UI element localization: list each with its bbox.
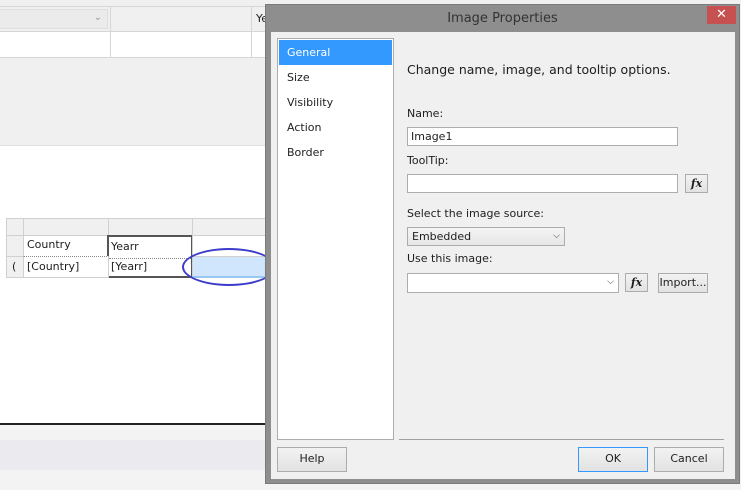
table-cell-country[interactable]: [Country] xyxy=(23,256,109,278)
nav-list: General Size Visibility Action Border xyxy=(277,38,394,440)
highlight-ellipse-annotation xyxy=(182,248,276,286)
nav-item-size[interactable]: Size xyxy=(279,65,392,90)
cancel-button[interactable]: Cancel xyxy=(654,447,724,472)
page-heading: Change name, image, and tooltip options. xyxy=(407,62,671,77)
row-handle[interactable]: ( xyxy=(6,256,24,278)
image-properties-dialog: Image Properties ✕ General Size Visibili… xyxy=(265,4,740,484)
table-cell-yearr[interactable]: [Yearr] xyxy=(109,258,191,274)
image-source-select[interactable]: Embedded ⌵ xyxy=(407,227,565,246)
dialog-client: General Size Visibility Action Border Ch… xyxy=(271,32,735,479)
nav-item-border[interactable]: Border xyxy=(279,140,392,165)
chevron-down-icon: ⌵ xyxy=(607,277,614,287)
column-handle[interactable] xyxy=(108,218,193,236)
source-value: Embedded xyxy=(412,230,472,243)
close-icon[interactable]: ✕ xyxy=(707,6,736,24)
dialog-title: Image Properties xyxy=(447,11,558,26)
help-button[interactable]: Help xyxy=(277,447,347,472)
column-handle[interactable] xyxy=(23,218,109,236)
grid-divider xyxy=(251,6,252,58)
row-handle[interactable] xyxy=(6,235,24,257)
table-cell-country-header[interactable]: Country xyxy=(23,235,109,257)
tooltip-input[interactable] xyxy=(407,174,678,193)
grid-dropdown[interactable]: ⌄ xyxy=(0,9,108,29)
tooltip-label: ToolTip: xyxy=(407,154,449,167)
nav-item-visibility[interactable]: Visibility xyxy=(279,90,392,115)
table-corner-handle[interactable] xyxy=(6,218,24,236)
use-image-select[interactable]: ⌵ xyxy=(407,273,619,293)
separator xyxy=(399,439,724,440)
name-label: Name: xyxy=(407,107,444,120)
grid-divider xyxy=(110,6,111,58)
source-label: Select the image source: xyxy=(407,207,544,220)
name-input[interactable]: Image1 xyxy=(407,127,678,146)
use-image-label: Use this image: xyxy=(407,252,493,265)
nav-item-action[interactable]: Action xyxy=(279,115,392,140)
tooltip-expression-button[interactable]: fx xyxy=(685,174,708,193)
import-button[interactable]: Import... xyxy=(658,273,708,293)
image-expression-button[interactable]: fx xyxy=(625,273,648,292)
grid-row xyxy=(0,32,280,58)
chevron-down-icon: ⌄ xyxy=(93,12,102,23)
chevron-down-icon: ⌵ xyxy=(553,231,560,241)
column-handle[interactable] xyxy=(192,218,272,236)
ok-button[interactable]: OK xyxy=(578,447,648,472)
status-strip xyxy=(0,440,270,470)
nav-item-general[interactable]: General xyxy=(279,40,392,65)
